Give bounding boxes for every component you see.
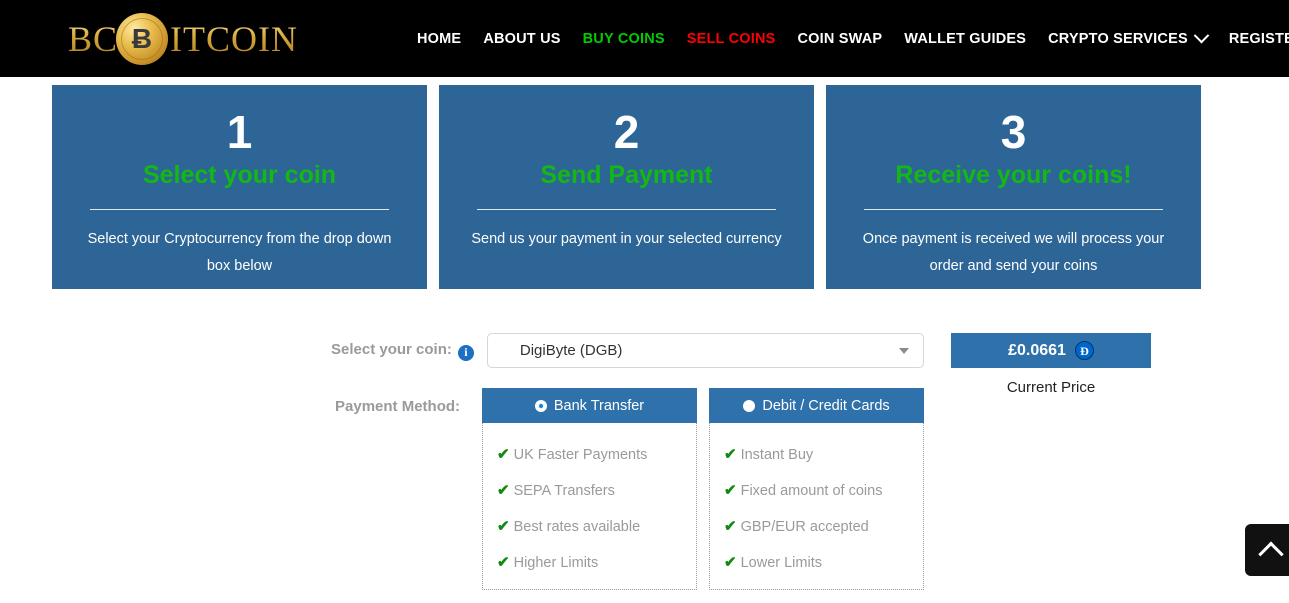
divider (864, 209, 1163, 210)
debit-credit-feature-list: ✔ Instant Buy ✔ Fixed amount of coins ✔ GBP… (710, 423, 923, 589)
list-item-label: GBP/EUR accepted (740, 519, 869, 535)
logo-text-suffix: ITCOIN (156, 18, 298, 60)
list-item: ✔ UK Faster Payments (497, 437, 696, 473)
step-number: 3 (1000, 106, 1027, 158)
nav-label: WALLET GUIDES (904, 30, 1027, 47)
select-coin-row: Select your coin: i DigiByte (DGB) (331, 333, 931, 368)
list-item-label: Instant Buy (740, 447, 814, 463)
tab-bank-transfer[interactable]: Bank Transfer (482, 388, 698, 423)
price-caption: Current Price (1006, 379, 1096, 396)
nav-label: REGISTER (1228, 30, 1289, 47)
payment-panel-bank-transfer: Bank Transfer ✔ UK Faster Payments ✔ SEPA … (482, 388, 698, 590)
coin-select-wrapper: DigiByte (DGB) (486, 333, 924, 368)
step-description: Once payment is received we will process… (862, 231, 1165, 274)
chevron-down-icon (898, 348, 909, 354)
logo-text-prefix: BC (68, 19, 119, 59)
main-navigation: HOME ABOUT US BUY COINS SELL COINS COIN … (406, 0, 1289, 77)
list-item-label: UK Faster Payments (513, 447, 648, 463)
tab-label: Debit / Credit Cards (762, 397, 890, 414)
list-item: ✔ Best rates available (497, 509, 696, 545)
nav-label: BUY COINS (582, 30, 665, 47)
step-title: Receive your coins! (895, 161, 1132, 189)
step-card-2: 2 Send Payment Send us your payment in y… (439, 85, 814, 289)
check-icon: ✔ (724, 482, 737, 499)
chevron-up-icon (1258, 541, 1284, 567)
purchase-form: Select your coin: i DigiByte (DGB) Paymen… (0, 333, 1289, 603)
chevron-down-icon (1193, 27, 1210, 44)
check-icon: ✔ (497, 482, 510, 499)
step-card-1: 1 Select your coin Select your Cryptocur… (52, 85, 427, 289)
list-item-label: Fixed amount of coins (740, 483, 883, 499)
nav-item-crypto-services[interactable]: CRYPTO SERVICES (1037, 27, 1218, 47)
nav-item-home[interactable]: HOME (406, 31, 472, 47)
step-title: Select your coin (142, 161, 337, 189)
list-item: ✔ Instant Buy (724, 437, 923, 473)
check-icon: ✔ (724, 518, 737, 535)
list-item-label: SEPA Transfers (513, 483, 615, 499)
info-icon[interactable]: i (457, 344, 474, 361)
nav-label: HOME (417, 30, 462, 47)
site-header: BC Ƀ ITCOIN HOME ABOUT US BUY COINS SELL… (0, 0, 1289, 77)
nav-item-about-us[interactable]: ABOUT US (472, 31, 571, 47)
step-number: 2 (613, 106, 640, 158)
list-item-label: Higher Limits (513, 555, 599, 571)
check-icon: ✔ (497, 554, 510, 571)
radio-bank-transfer[interactable] (534, 399, 547, 412)
nav-item-buy-coins[interactable]: BUY COINS (572, 31, 676, 47)
digibyte-icon: Ɖ (1074, 341, 1094, 360)
site-logo[interactable]: BC Ƀ ITCOIN (68, 6, 298, 72)
list-item: ✔ SEPA Transfers (497, 473, 696, 509)
nav-item-coin-swap[interactable]: COIN SWAP (787, 31, 894, 47)
divider (477, 209, 776, 210)
divider (90, 209, 389, 210)
nav-label: CRYPTO SERVICES (1048, 30, 1188, 47)
step-title: Send Payment (540, 161, 713, 189)
bitcoin-coin-icon: Ƀ (116, 13, 169, 65)
tab-debit-credit-cards[interactable]: Debit / Credit Cards (709, 388, 925, 423)
nav-item-sell-coins[interactable]: SELL COINS (676, 31, 787, 47)
current-price-block: £0.0661 Ɖ Current Price (951, 333, 1151, 396)
step-description: Select your Cryptocurrency from the drop… (87, 231, 392, 274)
price-box: £0.0661 Ɖ (951, 333, 1151, 368)
list-item-label: Lower Limits (740, 555, 822, 571)
nav-item-register[interactable]: REGISTER (1218, 31, 1289, 47)
check-icon: ✔ (724, 554, 737, 571)
list-item-label: Best rates available (513, 519, 641, 535)
coin-select[interactable]: DigiByte (DGB) (486, 333, 924, 368)
check-icon: ✔ (497, 518, 510, 535)
steps-row: 1 Select your coin Select your Cryptocur… (0, 77, 1289, 289)
select-coin-label: Select your coin: i (331, 341, 474, 361)
nav-label: ABOUT US (483, 30, 561, 47)
tab-label: Bank Transfer (553, 397, 645, 414)
scroll-to-top-button[interactable] (1245, 524, 1289, 576)
radio-debit-credit-cards[interactable] (743, 399, 756, 412)
check-icon: ✔ (497, 446, 510, 463)
price-value: £0.0661 (1008, 341, 1066, 359)
payment-method-row: Payment Method: Bank Transfer ✔ UK Faster… (335, 388, 925, 590)
nav-label: SELL COINS (686, 30, 776, 47)
list-item: ✔ Fixed amount of coins (724, 473, 923, 509)
list-item: ✔ GBP/EUR accepted (724, 509, 923, 545)
coin-select-value: DigiByte (DGB) (519, 342, 623, 359)
bank-transfer-feature-list: ✔ UK Faster Payments ✔ SEPA Transfers ✔ Bes… (483, 423, 696, 589)
check-icon: ✔ (724, 446, 737, 463)
select-coin-label-text: Select your coin: (331, 341, 452, 358)
payment-method-panels: Bank Transfer ✔ UK Faster Payments ✔ SEPA … (482, 388, 925, 590)
payment-method-label: Payment Method: (335, 398, 461, 415)
step-description: Send us your payment in your selected cu… (471, 231, 782, 247)
payment-panel-debit-credit-cards: Debit / Credit Cards ✔ Instant Buy ✔ Fixed… (709, 388, 925, 590)
bitcoin-symbol: Ƀ (121, 18, 164, 60)
nav-label: COIN SWAP (797, 30, 883, 47)
nav-item-wallet-guides[interactable]: WALLET GUIDES (893, 31, 1037, 47)
step-card-3: 3 Receive your coins! Once payment is re… (826, 85, 1201, 289)
step-number: 1 (226, 106, 253, 158)
